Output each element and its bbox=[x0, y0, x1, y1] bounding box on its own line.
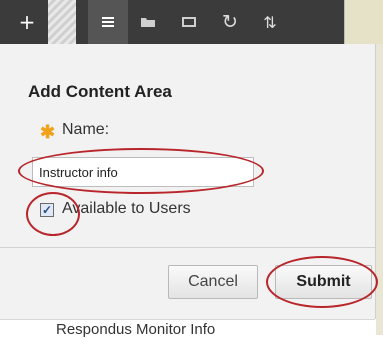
name-input[interactable] bbox=[32, 157, 254, 187]
dialog-title: Add Content Area bbox=[28, 82, 172, 101]
dialog-divider bbox=[0, 247, 375, 248]
available-to-users-checkbox[interactable]: ✓ bbox=[40, 203, 54, 217]
window-icon bbox=[182, 17, 196, 27]
folder-view-button[interactable] bbox=[128, 0, 168, 44]
course-menu-toolbar: + ↻ ⇅ bbox=[0, 0, 383, 44]
page-edge-strip bbox=[376, 44, 383, 335]
name-label: Name: bbox=[62, 121, 110, 138]
toolbar-edge bbox=[344, 0, 383, 44]
available-to-users-label: Available to Users bbox=[62, 200, 191, 217]
plus-icon: + bbox=[18, 10, 36, 34]
sort-arrows-icon: ⇅ bbox=[263, 12, 277, 32]
folder-icon bbox=[141, 18, 155, 27]
menu-item-respondus-monitor-info[interactable]: Respondus Monitor Info bbox=[56, 321, 215, 338]
refresh-icon: ↻ bbox=[222, 11, 238, 33]
required-star-icon: ✱ bbox=[40, 122, 56, 142]
list-view-button[interactable] bbox=[88, 0, 128, 44]
refresh-button[interactable]: ↻ bbox=[210, 0, 250, 44]
add-menu-item-button[interactable]: + bbox=[8, 0, 46, 44]
checkmark-icon: ✓ bbox=[41, 203, 53, 217]
new-window-button[interactable] bbox=[170, 0, 210, 44]
cancel-button[interactable]: Cancel bbox=[168, 265, 258, 299]
reorder-button[interactable]: ⇅ bbox=[250, 0, 290, 44]
submit-button[interactable]: Submit bbox=[275, 265, 372, 299]
toolbar-separator bbox=[48, 0, 76, 44]
list-icon bbox=[102, 17, 114, 27]
